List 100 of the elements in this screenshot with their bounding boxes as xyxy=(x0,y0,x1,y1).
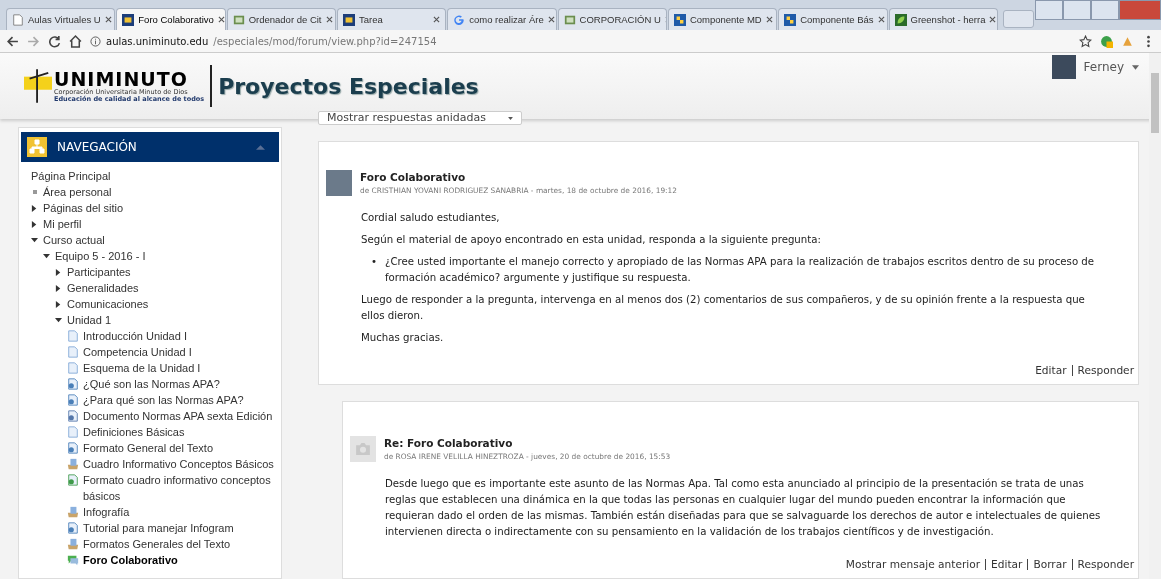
bullet-mark: • xyxy=(371,255,377,269)
expanded-triangle-icon[interactable] xyxy=(55,316,62,324)
speech-bubble-icon xyxy=(67,554,79,566)
browser-tab[interactable]: Greenshot - herra xyxy=(888,8,998,30)
post-action-link[interactable]: Borrar xyxy=(1033,558,1067,570)
browser-tab[interactable]: Tarea xyxy=(336,8,447,30)
document-icon xyxy=(67,362,79,374)
browser-tab[interactable]: como realizar Áre xyxy=(447,8,557,30)
display-mode-dropdown[interactable]: Mostrar respuestas anidadas xyxy=(318,111,522,125)
page-icon xyxy=(12,13,24,26)
caret-icon xyxy=(508,116,513,120)
nav-link[interactable]: Página Principal xyxy=(31,168,111,184)
site-favicon-icon xyxy=(342,13,355,26)
collapsed-triangle-icon[interactable] xyxy=(31,204,38,212)
nav-link[interactable]: Formatos Generales del Texto xyxy=(83,536,231,552)
expanded-triangle-icon[interactable] xyxy=(31,236,38,244)
block-title: NAVEGACIÓN xyxy=(57,140,138,154)
user-menu[interactable]: Ferney xyxy=(1083,60,1124,74)
nav-link[interactable]: Foro Colaborativo xyxy=(83,552,178,568)
nav-link[interactable]: Curso actual xyxy=(43,232,105,248)
nav-link[interactable]: Páginas del sitio xyxy=(43,200,124,216)
document-icon xyxy=(67,426,79,438)
back-icon[interactable] xyxy=(6,34,19,48)
collapse-icon[interactable] xyxy=(256,144,265,150)
leaf-icon xyxy=(894,13,907,26)
browser-tab[interactable]: CORPORACIÓN U xyxy=(557,8,667,30)
sitemap-icon xyxy=(27,137,47,157)
nav-link[interactable]: Tutorial para manejar Infogram xyxy=(83,520,234,536)
document-icon xyxy=(67,474,79,486)
nav-link[interactable]: Generalidades xyxy=(67,280,139,296)
post-action-link[interactable]: Responder xyxy=(1077,364,1134,376)
caret-icon[interactable] xyxy=(1132,64,1139,70)
nav-link[interactable]: ¿Qué son las Normas APA? xyxy=(83,376,220,392)
bullet-icon xyxy=(33,190,37,194)
camera-icon xyxy=(350,436,376,462)
reload-icon[interactable] xyxy=(48,34,61,48)
site-favicon-icon xyxy=(122,13,135,26)
nav-link[interactable]: Formato General del Texto xyxy=(83,440,214,456)
photo-placeholder xyxy=(326,170,352,196)
bullet-text: ¿Cree usted importante el manejo correcto y apropiado de las Normas APA para la realización de trabajos escritos dentro de su proceso de formación académico? argumente y justifique su respuesta. xyxy=(385,255,1096,285)
info-icon xyxy=(90,35,101,47)
post-subject: Foro Colaborativo xyxy=(360,171,467,183)
nav-link[interactable]: Mi perfil xyxy=(43,216,82,232)
home-icon[interactable] xyxy=(69,34,82,48)
document-icon xyxy=(67,442,79,454)
nav-link[interactable]: Equipo 5 - 2016 - I xyxy=(55,248,146,264)
post-subject: Re: Foro Colaborativo xyxy=(384,437,514,449)
document-icon xyxy=(67,330,79,342)
post-action-link[interactable]: Mostrar mensaje anterior xyxy=(845,558,981,570)
collapsed-triangle-icon[interactable] xyxy=(55,300,62,308)
tile-icon xyxy=(673,13,686,26)
nav-link[interactable]: Esquema de la Unidad I xyxy=(83,360,201,376)
tray-icon xyxy=(67,506,79,518)
post-paragraph: Cordial saludo estudiantes, xyxy=(361,211,501,225)
browser-tab[interactable]: Ordenador de Cit xyxy=(226,8,336,30)
browser-tab[interactable]: Componente MD xyxy=(667,8,778,30)
nav-link[interactable]: Introducción Unidad I xyxy=(83,328,187,344)
browser-tab[interactable]: Aulas Virtuales U xyxy=(6,8,116,30)
nav-link[interactable]: Competencia Unidad I xyxy=(83,344,192,360)
nav-link[interactable]: Comunicaciones xyxy=(67,296,149,312)
nav-link[interactable]: Infografía xyxy=(83,504,130,520)
post-paragraph: Muchas gracias. xyxy=(361,331,445,345)
nav-link[interactable]: Documento Normas APA sexta Edición xyxy=(83,408,273,424)
site-title[interactable]: Proyectos Especiales xyxy=(218,73,479,99)
star-icon[interactable] xyxy=(1079,34,1092,48)
collapsed-triangle-icon[interactable] xyxy=(55,268,62,276)
tile-icon xyxy=(784,13,797,26)
user-avatar[interactable] xyxy=(1051,55,1076,79)
document-icon xyxy=(67,410,79,422)
post-paragraph: Según el material de apoyo encontrado en esta unidad, responda a la siguiente pregunta: xyxy=(361,233,822,247)
post-action-link[interactable]: Editar xyxy=(1035,364,1067,376)
nav-link[interactable]: Unidad 1 xyxy=(67,312,112,328)
document-icon xyxy=(67,394,79,406)
document-icon xyxy=(67,346,79,358)
document-icon xyxy=(67,378,79,390)
nav-link[interactable]: Área personal xyxy=(43,184,112,200)
navigation-header[interactable]: NAVEGACIÓN xyxy=(21,132,279,162)
extension-icon[interactable] xyxy=(1100,34,1113,48)
post-paragraph: Desde luego que es importante este asunto de las Normas Apa. Tal como esta anunciado al principio de la presentación se trata de unas reglas que establecen una dinámica en la que todas las personas en cualquier lugar del mundo pueden encontrar la información que requieran dado el orden de las mismas. También están diseñadas para que se salvaguarde los derechos de autor e intelectuales de quienes intervienen directa o indirectamente con su pensamiento en la validación de los trabajos científicos y de investigación. xyxy=(385,477,1102,539)
nav-link[interactable]: Formato cuadro informativo conceptos básicos xyxy=(83,472,281,504)
collapsed-triangle-icon[interactable] xyxy=(31,220,38,228)
tray-icon xyxy=(67,538,79,550)
expanded-triangle-icon[interactable] xyxy=(43,252,50,260)
logo-name: UNIMINUTO xyxy=(54,70,189,89)
collapsed-triangle-icon[interactable] xyxy=(55,284,62,292)
document-icon xyxy=(232,13,245,26)
post-paragraph: Luego de responder a la pregunta, intervenga en al menos dos (2) comentarios de sus compañeros, y de su opinión frente a la respuesta que ellos dieron. xyxy=(361,293,1086,323)
nav-link[interactable]: Definiciones Básicas xyxy=(83,424,185,440)
post-action-link[interactable]: Responder xyxy=(1077,558,1134,570)
nav-link[interactable]: Cuadro Informativo Conceptos Básicos xyxy=(83,456,274,472)
document-icon xyxy=(67,522,79,534)
nav-link[interactable]: Participantes xyxy=(67,264,131,280)
cross-logo-icon xyxy=(24,66,52,106)
post-action-link[interactable]: Editar xyxy=(991,558,1023,570)
document-icon xyxy=(563,13,576,26)
tray-icon xyxy=(67,458,79,470)
browser-tab[interactable]: Componente Bás xyxy=(778,8,888,30)
nav-link[interactable]: ¿Para qué son las Normas APA? xyxy=(83,392,244,408)
google-g-icon xyxy=(453,13,466,26)
browser-tab[interactable]: Foro Colaborativo xyxy=(116,8,226,30)
